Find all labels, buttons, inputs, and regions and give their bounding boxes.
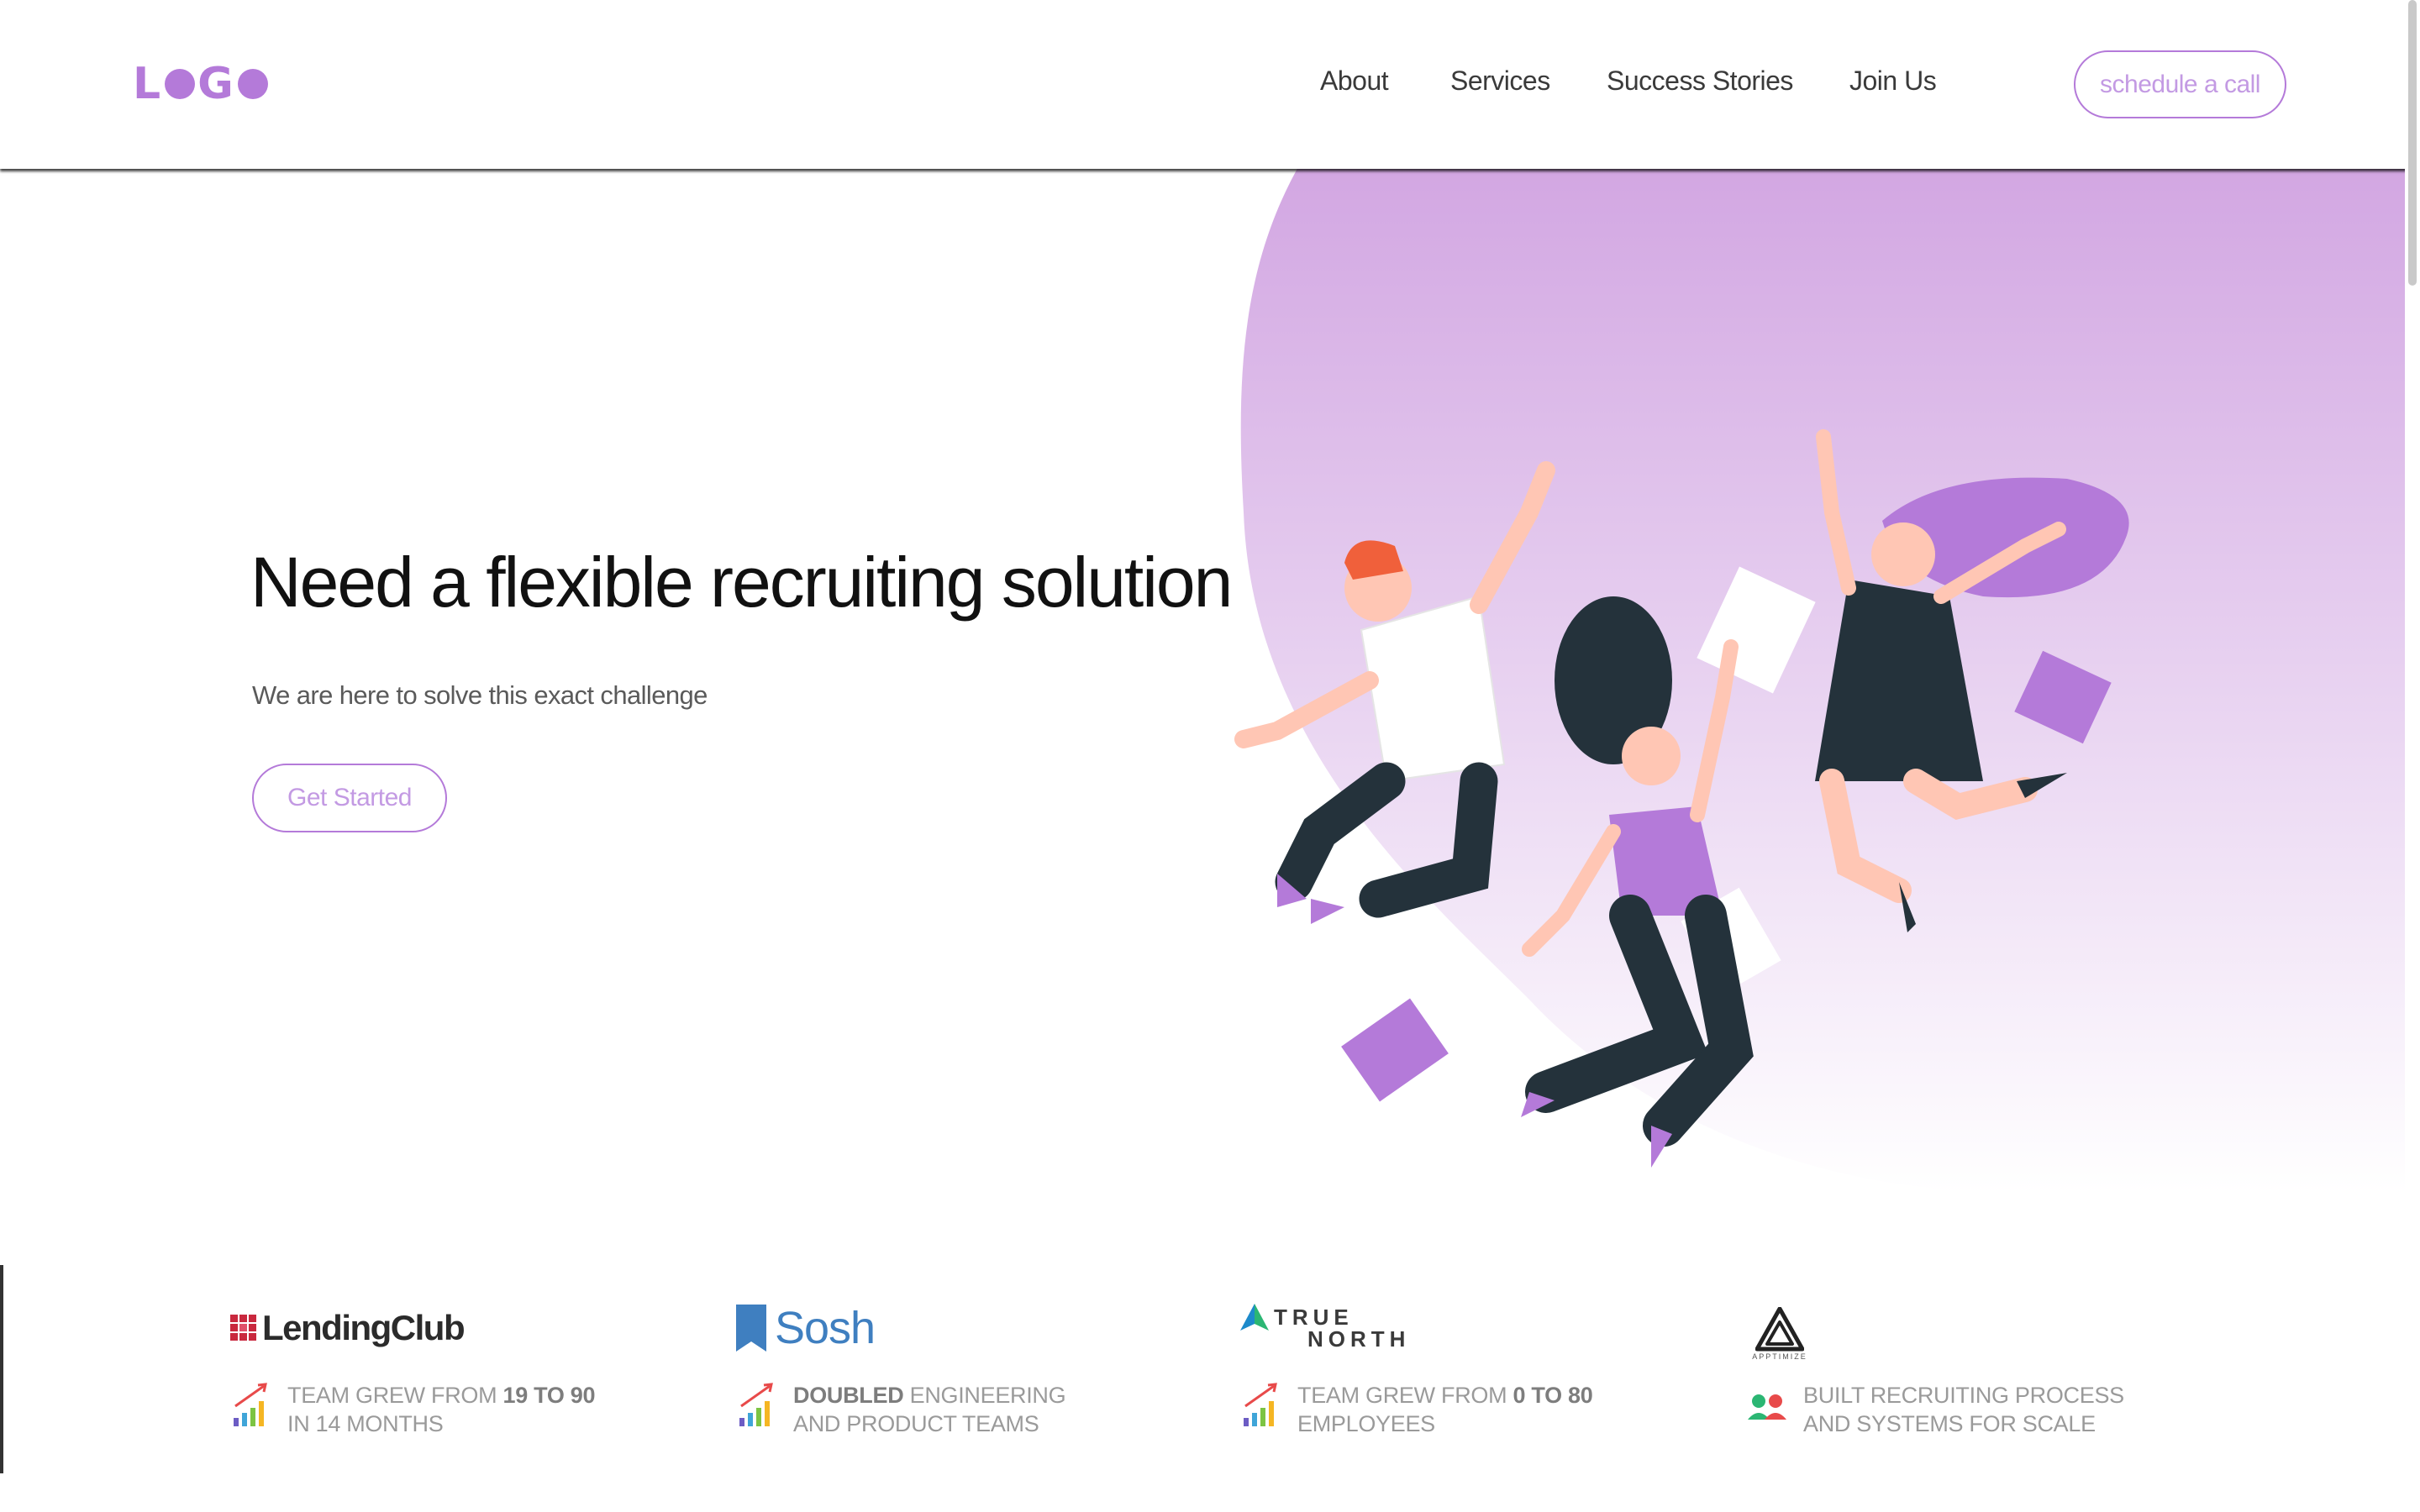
stat-text: TEAM GREW FROM 19 TO 90 IN 14 MONTHS xyxy=(287,1381,595,1438)
company-name-line2: NORTH xyxy=(1307,1326,1411,1352)
company-name: TRUE NORTH xyxy=(1274,1306,1410,1350)
stat-line2: AND PRODUCT TEAMS xyxy=(793,1411,1039,1436)
company-name: LendingClub xyxy=(262,1308,466,1347)
company-logo-sosh: Sosh xyxy=(736,1299,876,1357)
stat-highlight: 0 TO 80 xyxy=(1512,1383,1593,1408)
company-name-line1: TRUE xyxy=(1274,1305,1354,1330)
nav-about[interactable]: About xyxy=(1320,66,1389,97)
stat-highlight: 19 TO 90 xyxy=(502,1383,596,1408)
scrollbar[interactable] xyxy=(2405,0,2420,1512)
nav-join-us[interactable]: Join Us xyxy=(1849,66,1937,97)
lendingclub-icon xyxy=(230,1315,256,1341)
stat-line2: AND SYSTEMS FOR SCALE xyxy=(1803,1411,2096,1436)
stat-line1: BUILT RECRUITING PROCESS xyxy=(1803,1383,2124,1408)
company-logo-truenorth: TRUE NORTH xyxy=(1240,1299,1410,1357)
logo-dot-o xyxy=(165,69,196,99)
stat-text: DOUBLED ENGINEERING AND PRODUCT TEAMS xyxy=(793,1381,1066,1438)
success-stats-strip: LendingClub TEAM GREW FROM 19 TO 90 IN 1… xyxy=(0,1265,2420,1473)
bookmark-icon xyxy=(736,1305,766,1352)
logo[interactable]: LG xyxy=(133,59,271,109)
apptimize-logo-icon xyxy=(1755,1307,1804,1352)
hero-subtitle: We are here to solve this exact challeng… xyxy=(252,680,708,710)
stat-card-apptimize: APPTIMIZE BUILT RECRUITING PROCESS AND S… xyxy=(1746,1265,2217,1473)
company-logo-lendingclub: LendingClub xyxy=(230,1299,466,1357)
growth-chart-icon xyxy=(234,1383,267,1426)
logo-letter-g: G xyxy=(197,59,235,109)
company-name: APPTIMIZE xyxy=(1752,1352,1807,1361)
stat-row: BUILT RECRUITING PROCESS AND SYSTEMS FOR… xyxy=(1746,1381,2124,1438)
logo-letter-l: L xyxy=(133,59,163,109)
truenorth-arrow-icon xyxy=(1240,1304,1269,1331)
nav-services[interactable]: Services xyxy=(1450,66,1550,97)
get-started-button[interactable]: Get Started xyxy=(252,764,447,832)
stat-row: TEAM GREW FROM 19 TO 90 IN 14 MONTHS xyxy=(230,1381,595,1438)
growth-chart-icon xyxy=(739,1383,773,1426)
scrollbar-thumb[interactable] xyxy=(2408,0,2417,286)
team-icon xyxy=(1748,1394,1786,1420)
stat-line2: IN 14 MONTHS xyxy=(287,1411,444,1436)
stat-line2: EMPLOYEES xyxy=(1297,1411,1435,1436)
nav-success-stories[interactable]: Success Stories xyxy=(1607,66,1793,97)
logo-dot-o xyxy=(237,69,268,99)
schedule-call-button[interactable]: schedule a call xyxy=(2074,50,2286,118)
stat-text: BUILT RECRUITING PROCESS AND SYSTEMS FOR… xyxy=(1803,1381,2124,1438)
growth-chart-icon xyxy=(1244,1383,1277,1426)
stat-card-lendingclub: LendingClub TEAM GREW FROM 19 TO 90 IN 1… xyxy=(230,1265,701,1473)
site-header: LG About Services Success Stories Join U… xyxy=(0,0,2420,169)
stat-row: TEAM GREW FROM 0 TO 80 EMPLOYEES xyxy=(1240,1381,1593,1438)
company-logo-apptimize: APPTIMIZE xyxy=(1746,1307,1813,1366)
stat-highlight: DOUBLED xyxy=(793,1383,904,1408)
hero-illustration xyxy=(1234,160,2405,1193)
stat-row: DOUBLED ENGINEERING AND PRODUCT TEAMS xyxy=(736,1381,1066,1438)
stat-line1: TEAM GREW FROM xyxy=(287,1383,503,1408)
stat-card-sosh: Sosh DOUBLED ENGINEERING AND PRODUCT TEA… xyxy=(736,1265,1207,1473)
stat-text: TEAM GREW FROM 0 TO 80 EMPLOYEES xyxy=(1297,1381,1593,1438)
company-name: Sosh xyxy=(775,1303,876,1353)
stat-card-truenorth: TRUE NORTH TEAM GREW FROM 0 TO 80 EMPLOY… xyxy=(1240,1265,1711,1473)
stat-line1: TEAM GREW FROM xyxy=(1297,1383,1513,1408)
stat-line1: ENGINEERING xyxy=(903,1383,1066,1408)
hero-title: Need a flexible recruiting solution xyxy=(250,543,1233,622)
